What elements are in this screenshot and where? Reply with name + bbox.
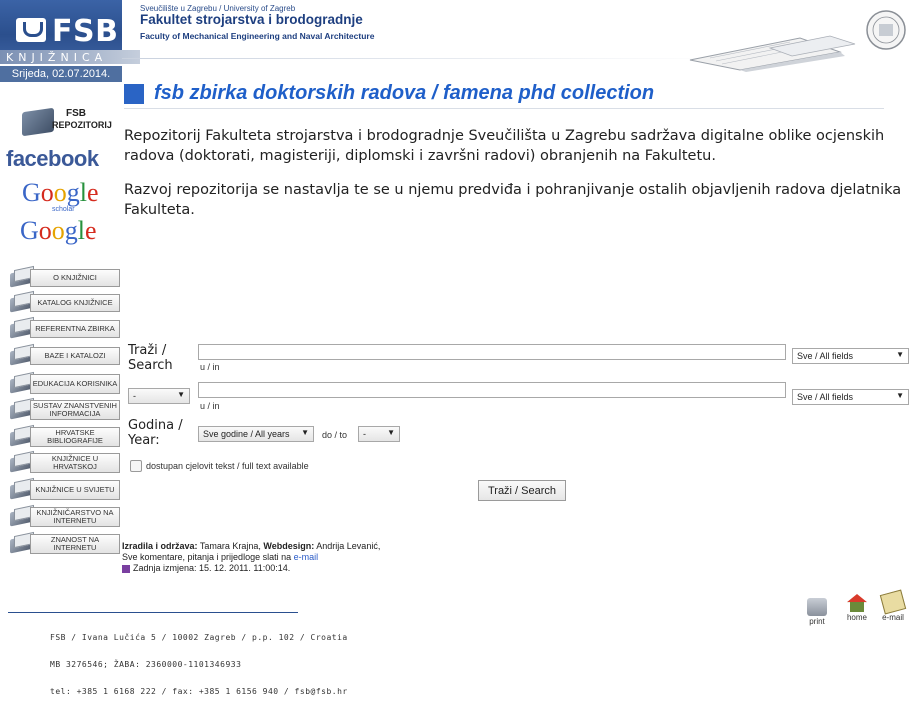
sidebar-item-referentna[interactable]: REFERENTNA ZBIRKA [8,316,120,339]
fulltext-label: dostupan cjelovit tekst / full text avai… [146,461,309,471]
search-label-line2: Search [128,358,173,373]
sidebar-item-sustav[interactable]: SUSTAV ZNANSTVENIH INFORMACIJA [8,397,120,420]
search-button[interactable]: Traži / Search [478,480,566,501]
credits: Izradila i održava: Tamara Krajna, Webde… [122,541,380,574]
sidebar-item-label: KNJIŽNICE U HRVATSKOJ [30,453,120,473]
knjiznica-label: KNJIŽNICA [6,51,108,64]
home-button[interactable]: home [842,594,872,622]
chevron-down-icon: ▼ [896,350,904,359]
chevron-down-icon: ▼ [177,390,185,399]
design-label: Webdesign: [263,541,315,551]
faculty-name-hr: Fakultet strojarstva i brodogradnje [140,12,363,27]
intro-paragraph-2: Razvoj repozitorija se nastavlja te se u… [124,182,902,218]
footer-line-1: FSB / Ivana Lučića 5 / 10002 Zagreb / p.… [50,633,348,642]
repo-label-1: FSB [66,108,86,119]
current-date: Srijeda, 02.07.2014. [0,66,122,82]
in-label: u / in [200,362,220,372]
sidebar-item-label: O KNJIŽNICI [30,269,120,287]
field-select-2-value: Sve / All fields [797,392,854,402]
last-updated: Zadnja izmjena: 15. 12. 2011. 11:00:14. [133,563,291,573]
faculty-name-en: Faculty of Mechanical Engineering and Na… [140,31,375,41]
search-input[interactable] [198,344,786,360]
made-label: Izradila i održava: [122,541,198,551]
year-label: Godina / Year: [128,418,183,448]
year-to-select[interactable]: - ▼ [358,426,400,442]
field-select-1[interactable]: Sve / All fields ▼ [792,348,909,364]
search-label-line1: Traži / [128,343,167,358]
print-button[interactable]: print [802,598,832,626]
comments-text: Sve komentare, pitanja i prijedloge slat… [122,552,292,562]
header-divider [122,58,722,59]
page-title: fsb zbirka doktorskih radova / famena ph… [154,82,655,104]
sidebar-item-label: EDUKACIJA KORISNIKA [30,374,120,394]
facebook-link[interactable]: facebook [6,146,99,172]
repo-label-2: REPOZITORIJ [52,120,112,130]
sidebar-item-label: KNJIŽNICE U SVIJETU [30,480,120,500]
sidebar-item-label: ZNANOST NA INTERNETU [30,534,120,554]
sidebar-item-o-knjiznici[interactable]: O KNJIŽNICI [8,265,120,288]
header-book-illustration [689,10,906,72]
field-select-1-value: Sve / All fields [797,351,854,361]
intro-text: Repozitorij Fakulteta strojarstva i brod… [124,126,904,234]
search-input-2[interactable] [198,382,786,398]
sidebar-item-baze[interactable]: BAZE I KATALOZI [8,343,120,366]
year-to-value: - [363,429,366,439]
chevron-down-icon: ▼ [301,428,309,437]
sidebar-item-label: BAZE I KATALOZI [30,347,120,365]
google-scholar-sub: scholar [52,206,75,213]
email-link[interactable]: e-mail [294,552,319,562]
design-name: Andrija Levanić, [316,541,381,551]
title-divider [124,108,884,109]
made-name: Tamara Krajna, [199,541,261,551]
operator-select-value: - [133,391,136,401]
operator-select[interactable]: - ▼ [128,388,190,404]
logo-text: FSB [52,14,119,49]
title-marker [124,84,144,104]
email-label: e-mail [882,613,904,622]
to-label: do / to [322,430,348,440]
envelope-icon [879,589,907,615]
in-label-2: u / in [200,401,220,411]
fsb-emblem-icon [16,18,46,42]
fulltext-checkbox[interactable] [130,460,142,472]
print-label: print [809,617,825,626]
google-scholar-link[interactable]: Google [22,178,99,208]
sidebar-item-label: KNJIŽNIČARSTVO NA INTERNETU [30,507,120,527]
year-from-value: Sve godine / All years [203,429,290,439]
year-label-line1: Godina / [128,418,183,433]
search-label: Traži / Search [128,343,173,373]
printer-icon [807,598,827,616]
book-icon [22,107,54,137]
footer-divider [8,612,298,613]
sidebar-item-label: SUSTAV ZNANSTVENIH INFORMACIJA [30,400,120,420]
sidebar-item-label: KATALOG KNJIŽNICE [30,294,120,312]
year-from-select[interactable]: Sve godine / All years ▼ [198,426,314,442]
update-icon [122,564,130,573]
chevron-down-icon: ▼ [896,391,904,400]
year-label-line2: Year: [128,433,160,448]
intro-paragraph-1: Repozitorij Fakulteta strojarstva i brod… [124,128,885,164]
sidebar-item-katalog[interactable]: KATALOG KNJIŽNICE [8,290,120,313]
sidebar-item-edukacija[interactable]: EDUKACIJA KORISNIKA [8,371,120,394]
email-button[interactable]: e-mail [878,589,908,622]
google-link[interactable]: Google [20,216,97,246]
sidebar-item-znanost[interactable]: ZNANOST NA INTERNETU [8,531,120,554]
footer-line-3: tel: +385 1 6168 222 / fax: +385 1 6156 … [50,687,348,696]
sidebar-item-knjiznice-hr[interactable]: KNJIŽNICE U HRVATSKOJ [8,450,120,473]
home-label: home [846,613,867,622]
home-icon [847,594,867,612]
sidebar-item-label: HRVATSKE BIBLIOGRAFIJE [30,427,120,447]
footer-line-2: MB 3276546; ŽABA: 2360000-1101346933 [50,660,242,669]
sidebar-item-label: REFERENTNA ZBIRKA [30,320,120,338]
sidebar-item-knjiznicarstvo[interactable]: KNJIŽNIČARSTVO NA INTERNETU [8,504,120,527]
sidebar-item-knjiznice-svijet[interactable]: KNJIŽNICE U SVIJETU [8,477,120,500]
field-select-2[interactable]: Sve / All fields ▼ [792,389,909,405]
sidebar-item-bibliografije[interactable]: HRVATSKE BIBLIOGRAFIJE [8,424,120,447]
chevron-down-icon: ▼ [387,428,395,437]
footer-address: FSB / Ivana Lučića 5 / 10002 Zagreb / p.… [50,615,348,705]
fsb-repozitorij-link[interactable]: FSB REPOZITORIJ [22,106,122,138]
